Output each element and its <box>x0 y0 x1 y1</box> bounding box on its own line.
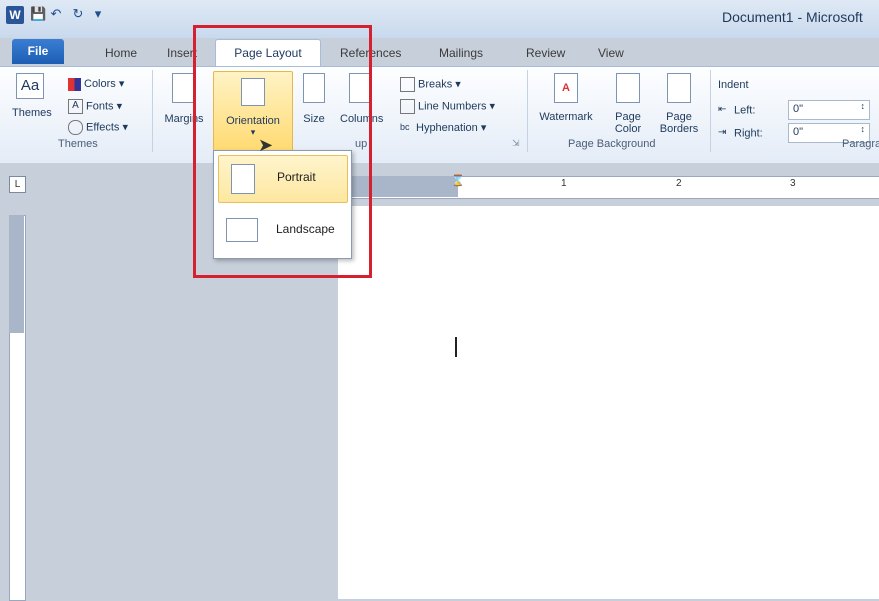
watermark-label: Watermark <box>539 111 593 123</box>
page-background-group-label: Page Background <box>568 138 656 150</box>
fonts-button[interactable]: A Fonts ▾ <box>68 99 122 114</box>
paragraph-group-label: Paragra <box>842 138 879 150</box>
indent-left-label: ⇤ Left: <box>718 104 755 117</box>
page-borders-icon <box>667 73 691 103</box>
indent-right-icon: ⇥ <box>718 127 727 138</box>
undo-icon[interactable]: ↶ <box>48 6 64 22</box>
colors-button[interactable]: Colors ▾ <box>68 77 124 91</box>
watermark-icon: A <box>554 73 578 103</box>
document-title: Document1 - Microsoft <box>722 9 863 25</box>
indent-left-text: Left: <box>734 104 756 117</box>
breaks-label: Breaks <box>418 78 453 91</box>
line-numbers-icon <box>400 99 415 114</box>
document-page[interactable] <box>338 206 879 599</box>
ruler-margin <box>9 215 24 333</box>
spinner-icon[interactable]: ↕ <box>861 124 866 134</box>
indent-heading: Indent <box>718 79 749 91</box>
themes-icon: Aa <box>16 73 44 99</box>
colors-icon <box>68 77 81 91</box>
page-color-label-1: Page <box>615 111 641 123</box>
page-borders-label-1: Page <box>666 111 692 123</box>
tab-view[interactable]: View <box>594 41 628 65</box>
hyphenation-icon: bc <box>400 121 410 132</box>
page-borders-label-2: Borders <box>659 123 699 135</box>
line-numbers-button[interactable]: Line Numbers ▾ <box>400 99 495 114</box>
word-app-icon[interactable]: W <box>6 6 24 24</box>
effects-label: Effects <box>86 121 120 134</box>
text-cursor <box>455 337 457 357</box>
effects-icon <box>68 120 83 135</box>
group-separator <box>152 70 153 152</box>
save-icon[interactable]: 💾 <box>30 6 46 22</box>
watermark-button[interactable]: A Watermark <box>534 73 598 137</box>
redo-icon[interactable]: ↻ <box>70 6 86 22</box>
indent-marker-icon[interactable]: ⌛ <box>451 174 465 187</box>
colors-label: Colors <box>84 78 116 90</box>
group-separator <box>710 70 711 152</box>
ruler-mark: 3 <box>790 178 796 189</box>
tab-file[interactable]: File <box>12 39 64 64</box>
breaks-button[interactable]: Breaks ▾ <box>400 77 461 92</box>
fonts-label: Fonts <box>86 100 114 113</box>
spinner-icon[interactable]: ↕ <box>861 101 866 111</box>
line-numbers-label: Line Numbers <box>418 100 487 113</box>
tab-selector[interactable]: L <box>9 176 26 193</box>
indent-right-text: Right: <box>734 127 763 140</box>
page-color-button[interactable]: Page Color <box>606 73 650 137</box>
highlight-box <box>193 25 372 278</box>
ruler-mark: 1 <box>561 178 567 189</box>
indent-left-input[interactable]: 0" ↕ <box>788 100 870 120</box>
indent-left-icon: ⇤ <box>718 104 727 115</box>
group-separator <box>527 70 528 152</box>
themes-group-label: Themes <box>58 138 98 150</box>
page-setup-launcher-icon[interactable]: ⇲ <box>512 138 520 149</box>
hyphenation-label: Hyphenation <box>416 122 478 134</box>
themes-button[interactable]: Aa Themes <box>12 73 52 137</box>
page-borders-button[interactable]: Page Borders <box>654 73 704 137</box>
ruler-mark: 2 <box>676 178 682 189</box>
indent-right-value: 0" <box>793 126 804 138</box>
customize-quick-access-icon[interactable]: ▾ <box>90 6 106 22</box>
tab-home[interactable]: Home <box>101 41 141 65</box>
fonts-icon: A <box>68 99 83 114</box>
breaks-icon <box>400 77 415 92</box>
indent-right-label: ⇥ Right: <box>718 127 763 140</box>
tab-review[interactable]: Review <box>522 41 569 65</box>
indent-left-value: 0" <box>793 103 804 115</box>
effects-button[interactable]: Effects ▾ <box>68 120 128 135</box>
themes-label: Themes <box>12 107 52 119</box>
page-color-label-2: Color <box>614 123 642 135</box>
hyphenation-button[interactable]: bc Hyphenation ▾ <box>400 121 486 135</box>
page-color-icon <box>616 73 640 103</box>
tab-mailings[interactable]: Mailings <box>435 41 487 65</box>
